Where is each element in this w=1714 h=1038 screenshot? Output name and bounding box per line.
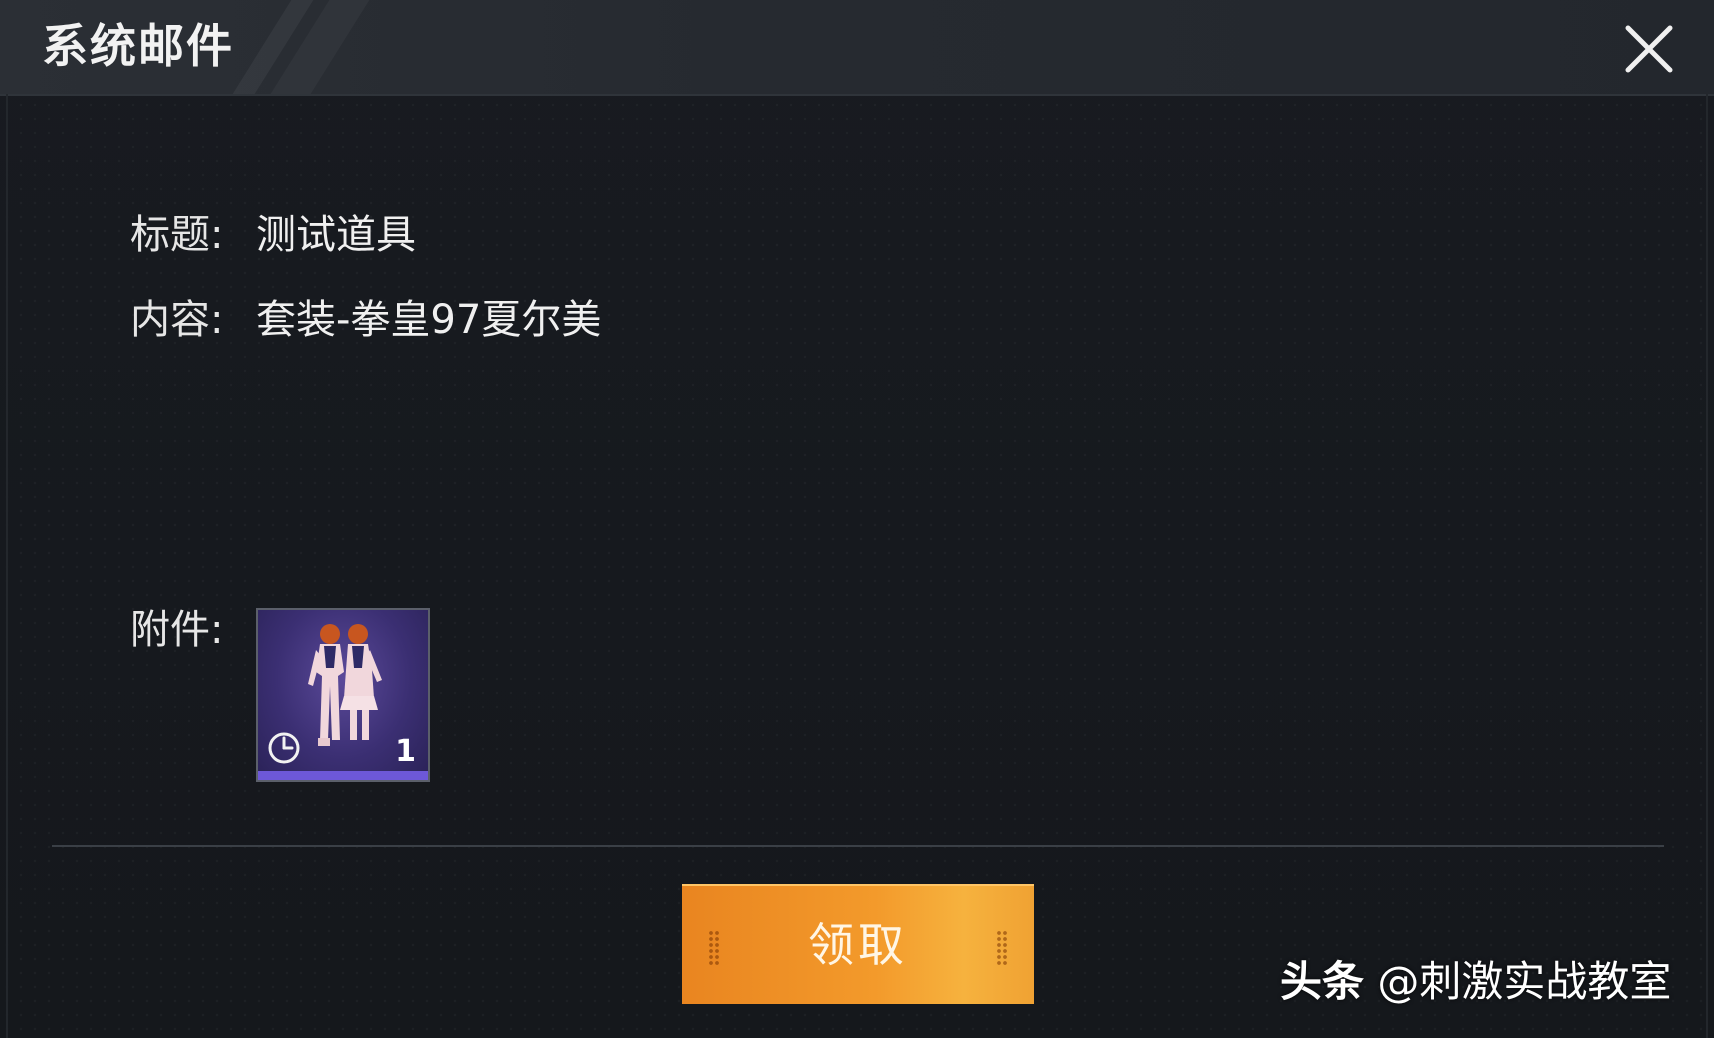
rarity-bar: [258, 771, 428, 780]
claim-button-label: 领取: [808, 918, 908, 972]
frame-edge-right: [1706, 94, 1708, 1038]
close-button[interactable]: [1618, 18, 1680, 80]
watermark: 头条 @刺激实战教室: [1280, 955, 1671, 1009]
content-value: 套装-拳皇97夏尔美: [256, 297, 602, 343]
watermark-brand: 头条: [1280, 957, 1365, 1006]
attachment-label: 附件:: [130, 607, 224, 653]
subject-value: 测试道具: [256, 212, 416, 258]
claim-button[interactable]: 领取: [682, 884, 1034, 1004]
divider: [52, 845, 1664, 847]
watermark-handle: @刺激实战教室: [1377, 957, 1672, 1006]
clock-icon: [268, 732, 300, 764]
dialog-title: 系统邮件: [42, 19, 234, 73]
attachment-item[interactable]: 1: [256, 608, 430, 782]
content-label: 内容:: [130, 297, 224, 343]
dialog-header: 系统邮件: [0, 0, 1714, 96]
close-icon: [1625, 25, 1673, 73]
subject-label: 标题:: [130, 212, 224, 258]
frame-edge-left: [6, 94, 8, 1038]
mail-dialog: 系统邮件 标题: 测试道具 内容: 套装-拳皇97夏尔美 附件: 1 领取 头条…: [0, 0, 1714, 1038]
item-count: 1: [395, 734, 416, 769]
